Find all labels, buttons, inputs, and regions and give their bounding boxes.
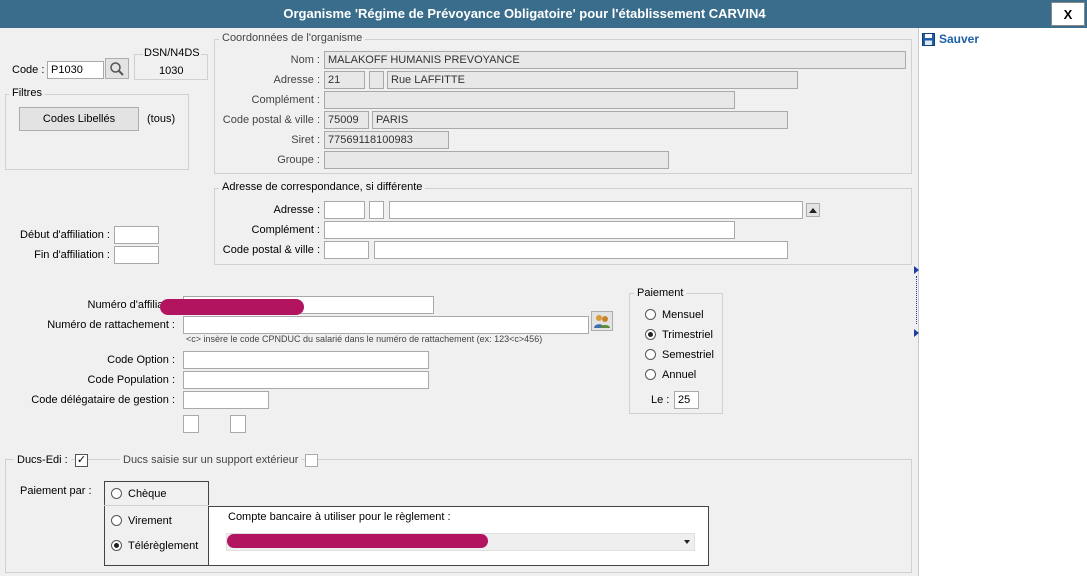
save-button[interactable]: Sauver — [922, 31, 979, 47]
fin-affiliation-label: Fin d'affiliation : — [34, 249, 110, 261]
dsn-value: 1030 — [159, 65, 184, 77]
compte-label: Compte bancaire à utiliser pour le règle… — [228, 511, 451, 523]
numero-rattachement-label: Numéro de rattachement : — [47, 319, 175, 331]
filters-group — [5, 94, 189, 170]
window-title: Organisme 'Régime de Prévoyance Obligato… — [283, 6, 766, 21]
paiement-le-label: Le : — [651, 394, 670, 406]
code-option-input[interactable] — [183, 351, 429, 369]
org-adresse-label: Adresse : — [273, 74, 320, 86]
numero-rattachement-input[interactable] — [183, 316, 589, 334]
corresp-complement-label: Complément : — [251, 224, 320, 236]
paiement-par-label: Paiement par : — [20, 485, 92, 497]
debut-affiliation-label: Début d'affiliation : — [20, 229, 110, 241]
paiement-semestriel-radio[interactable] — [645, 349, 656, 360]
extra-field-2[interactable] — [230, 415, 246, 433]
splitter-line — [916, 276, 917, 324]
org-siret-field: 77569118100983 — [324, 131, 449, 149]
arrow-up-icon — [809, 208, 817, 213]
corresp-adresse-label: Adresse : — [273, 204, 320, 216]
codes-libelles-label: Codes Libellés — [42, 113, 116, 125]
paiement-title: Paiement — [634, 287, 687, 299]
code-delegataire-label: Code délégataire de gestion : — [31, 394, 175, 406]
users-icon — [594, 315, 610, 328]
ducs-label: Ducs-Edi : — [14, 454, 71, 466]
splitter-arrow-icon[interactable] — [914, 329, 919, 337]
mode-cheque-radio[interactable] — [111, 488, 122, 499]
save-label: Sauver — [939, 32, 980, 46]
filter-value: (tous) — [147, 113, 176, 125]
code-population-input[interactable] — [183, 371, 429, 389]
code-label: Code : — [12, 64, 45, 76]
paiement-semestriel-label: Semestriel — [662, 349, 714, 361]
corresp-adresse-rue[interactable] — [389, 201, 803, 219]
org-title: Coordonnées de l'organisme — [219, 32, 366, 44]
paiement-annuel-radio[interactable] — [645, 369, 656, 380]
paiement-annuel-label: Annuel — [662, 369, 697, 381]
org-adresse-rue: Rue LAFFITTE — [387, 71, 798, 89]
ducs-support-label: Ducs saisie sur un support extérieur — [120, 454, 302, 466]
code-population-label: Code Population : — [87, 374, 175, 386]
corresp-adresse-num[interactable] — [324, 201, 365, 219]
corresp-title: Adresse de correspondance, si différente — [219, 181, 426, 193]
code-search-button[interactable] — [105, 58, 129, 79]
org-nom-field: MALAKOFF HUMANIS PREVOYANCE — [324, 51, 906, 69]
paiement-trimestriel-label: Trimestriel — [662, 329, 713, 341]
numero-affiliation-label: Numéro d'affiliatio — [87, 299, 176, 311]
org-cp-field: 75009 — [324, 111, 369, 129]
org-groupe-label: Groupe : — [277, 154, 320, 166]
code-option-label: Code Option : — [107, 354, 175, 366]
org-adresse-bis — [369, 71, 384, 89]
code-delegataire-input[interactable] — [183, 391, 269, 409]
right-action-panel — [918, 28, 1087, 576]
rattachement-lookup-button[interactable] — [591, 311, 613, 331]
org-groupe-field — [324, 151, 669, 169]
mode-telereglement-label: Télérèglement — [128, 540, 199, 552]
mode-cheque-label: Chèque — [128, 488, 167, 500]
org-siret-label: Siret : — [291, 134, 320, 146]
dsn-label: DSN/N4DS — [143, 47, 201, 59]
splitter-arrow-icon[interactable] — [914, 266, 919, 274]
ducs-support-checkbox[interactable] — [305, 454, 318, 467]
chevron-down-icon[interactable] — [684, 540, 690, 544]
code-input[interactable]: P1030 — [47, 61, 104, 79]
rattachement-hint: <c> insère le code CPNDUC du salarié dan… — [186, 334, 543, 344]
corresp-complement-field[interactable] — [324, 221, 735, 239]
paiement-trimestriel-radio[interactable] — [645, 329, 656, 340]
mode-list-separator — [104, 505, 209, 506]
floppy-disk-icon — [922, 32, 935, 46]
paiement-mensuel-radio[interactable] — [645, 309, 656, 320]
corresp-adresse-bis[interactable] — [369, 201, 384, 219]
corresp-scroll-up-button[interactable] — [806, 203, 820, 217]
close-button[interactable]: X — [1051, 2, 1085, 26]
mode-virement-label: Virement — [128, 515, 172, 527]
paiement-mensuel-label: Mensuel — [662, 309, 704, 321]
debut-affiliation-input[interactable] — [114, 226, 159, 244]
corresp-cp-label: Code postal & ville : — [222, 244, 320, 256]
paiement-le-input[interactable]: 25 — [674, 391, 699, 409]
corresp-cp-field[interactable] — [324, 241, 369, 259]
org-complement-label: Complément : — [251, 94, 320, 106]
org-cp-label: Code postal & ville : — [222, 114, 320, 126]
codes-libelles-button[interactable]: Codes Libellés — [19, 107, 139, 131]
mode-virement-radio[interactable] — [111, 515, 122, 526]
redaction-mark — [227, 534, 488, 548]
magnifier-icon — [110, 62, 124, 76]
fin-affiliation-input[interactable] — [114, 246, 159, 264]
mode-telereglement-radio[interactable] — [111, 540, 122, 551]
org-complement-field — [324, 91, 735, 109]
ducs-checkbox[interactable]: ✓ — [75, 454, 88, 467]
redaction-mark — [160, 299, 304, 315]
org-ville-field: PARIS — [372, 111, 788, 129]
org-adresse-num: 21 — [324, 71, 365, 89]
extra-field-1[interactable] — [183, 415, 199, 433]
filters-title: Filtres — [9, 87, 45, 99]
org-nom-label: Nom : — [290, 54, 320, 66]
corresp-ville-field[interactable] — [374, 241, 788, 259]
